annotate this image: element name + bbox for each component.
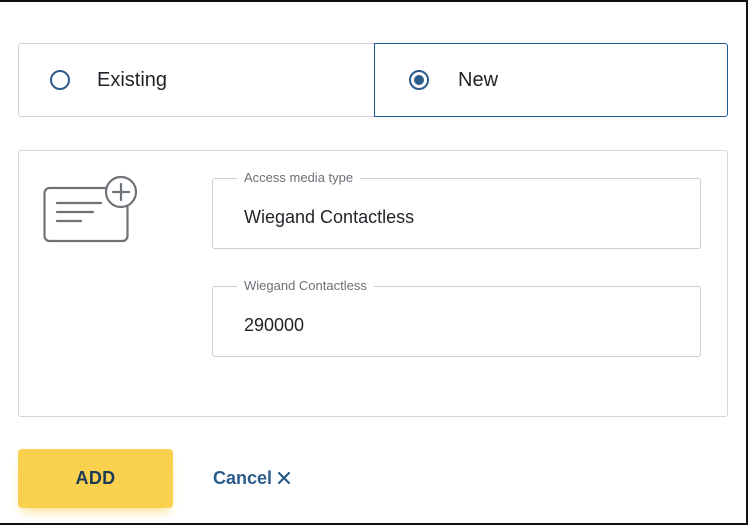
new-option[interactable]: New — [374, 43, 728, 117]
access-media-type-field[interactable]: Access media type Wiegand Contactless — [212, 170, 701, 249]
existing-option[interactable]: Existing — [18, 43, 375, 117]
card-add-icon — [43, 175, 138, 243]
close-icon — [277, 471, 291, 485]
new-access-media-panel: Access media type Wiegand Contactless Wi… — [18, 150, 728, 417]
cancel-button[interactable]: Cancel — [213, 466, 291, 490]
add-button[interactable]: ADD — [18, 449, 173, 508]
access-media-type-label: Access media type — [237, 170, 361, 186]
new-radio-button[interactable] — [409, 70, 429, 90]
access-media-type-value: Wiegand Contactless — [244, 207, 415, 227]
wiegand-contactless-label: Wiegand Contactless — [237, 278, 374, 294]
new-option-label: New — [458, 68, 499, 91]
cancel-label: Cancel — [213, 468, 273, 488]
wiegand-contactless-value: 290000 — [244, 315, 305, 335]
existing-radio-button[interactable] — [50, 70, 70, 90]
media-choice-toggle: Existing New — [18, 43, 728, 119]
dialog-frame: Existing New Access media type Wiegand C… — [0, 0, 748, 525]
wiegand-contactless-field[interactable]: Wiegand Contactless 290000 — [212, 278, 701, 357]
existing-option-label: Existing — [97, 68, 168, 91]
